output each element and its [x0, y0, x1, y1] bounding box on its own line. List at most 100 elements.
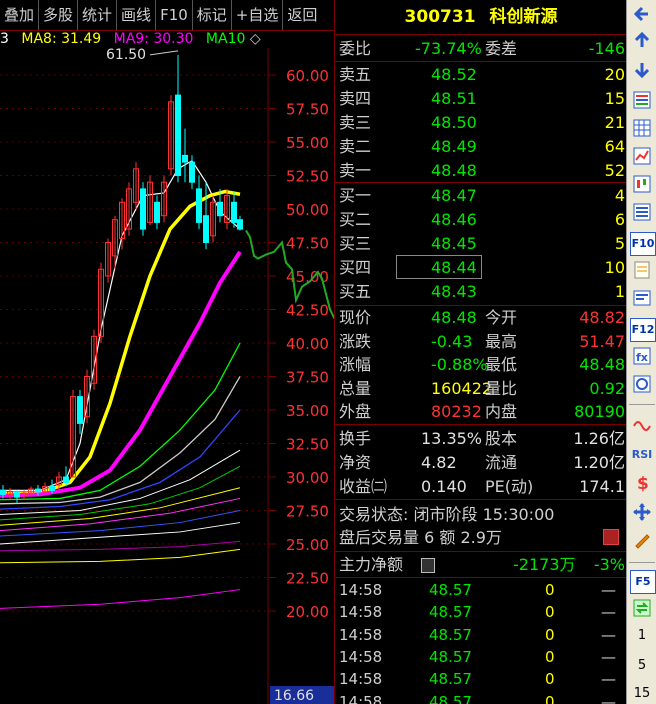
f5-side-button[interactable]: F5: [630, 570, 656, 594]
price-axis-label: 52.50: [286, 168, 329, 186]
capital-doc-icon[interactable]: [421, 558, 435, 573]
quote-row: 外盘 80232 内盘 80190: [335, 400, 627, 423]
buy-level: 买一 48.47 4: [335, 184, 627, 207]
sell-level-label: 卖五: [339, 65, 372, 84]
refresh-icon[interactable]: [630, 374, 654, 396]
sell-level-price: 48.52: [431, 65, 477, 84]
f10-side-button[interactable]: F10: [630, 232, 656, 256]
candle-body: [182, 154, 188, 163]
grid-table-icon[interactable]: [630, 118, 654, 140]
toolbar-mark-button[interactable]: 标记: [193, 0, 232, 30]
detail-list-icon[interactable]: [630, 202, 654, 224]
tick-vol: 0: [545, 692, 555, 704]
candle-body: [203, 215, 209, 243]
quote-value: 48.48: [431, 308, 477, 327]
formula-icon[interactable]: fx: [630, 346, 654, 368]
wave-chart-icon[interactable]: [630, 414, 654, 436]
fundamental-value: 13.35%: [421, 429, 483, 448]
fundamental-value: 4.82: [421, 453, 457, 472]
tick-time: 14:58: [339, 625, 383, 644]
toolbar-multi-stock-button[interactable]: 多股: [39, 0, 79, 30]
after-hours-chart-icon[interactable]: [603, 529, 619, 545]
sell-level-volume: 64: [604, 137, 625, 156]
ma-line-magenta3: [0, 589, 241, 609]
ma-legend-toggle-icon[interactable]: ◇: [250, 31, 261, 47]
move-icon[interactable]: [630, 502, 654, 524]
quote-label: 量比: [485, 378, 518, 398]
fundamental-label: 股本: [485, 429, 518, 448]
buy4-highlight: [396, 255, 482, 279]
fundamental-row: 净资 4.82 流通 1.20亿: [335, 451, 627, 474]
f12-side-button[interactable]: F12: [630, 318, 656, 342]
candle-body: [77, 396, 83, 424]
period-15-button[interactable]: 15: [627, 686, 656, 701]
arrow-up-icon[interactable]: [630, 30, 654, 52]
fundamental-row: 收益㈡ 0.140 PE(动) 174.1: [335, 475, 627, 498]
buy-level-label: 买五: [339, 282, 372, 301]
peak-arrow: [149, 50, 179, 56]
candle-body: [0, 489, 6, 495]
ma-line-white3: [0, 522, 241, 545]
news-icon[interactable]: [630, 288, 654, 310]
quote-value: -0.43: [431, 331, 473, 351]
switch-icon[interactable]: [630, 598, 654, 620]
stock-name: 科创新源: [489, 7, 558, 27]
pencil-icon[interactable]: [630, 530, 654, 552]
weibi-label: 委比: [339, 39, 372, 58]
price-axis-label: 40.00: [286, 335, 329, 353]
notes-icon[interactable]: [630, 260, 654, 282]
tick-price: 48.57: [429, 625, 472, 644]
tick-row: 14:58 48.57 0 —: [335, 668, 627, 690]
sell-level-volume: 52: [604, 161, 625, 180]
quote-row: 涨幅 -0.88% 最低 48.48: [335, 353, 627, 376]
kline-icon[interactable]: [630, 174, 654, 196]
tick-dir: —: [601, 625, 616, 644]
period-1-button[interactable]: 1: [627, 628, 656, 643]
toolbar-stats-button[interactable]: 统计: [78, 0, 118, 30]
svg-text:fx: fx: [636, 351, 648, 364]
arrow-down-icon[interactable]: [630, 60, 654, 82]
sell-level-price: 48.49: [431, 137, 477, 156]
candle-body: [196, 188, 202, 223]
toolbar-overlay-button[interactable]: 叠加: [0, 0, 40, 30]
after-hours: 盘后交易量 6 额 2.9万: [335, 526, 627, 549]
toolbar-f10-button[interactable]: F10: [156, 0, 193, 30]
toolbar-add-watchlist-button[interactable]: +自选: [232, 0, 284, 30]
fundamental-value: 0.140: [421, 477, 467, 496]
quote-panel: 300731 科创新源 委比 -73.74% 委差 -146 卖五 48.52 20…: [334, 0, 627, 704]
tick-price: 48.57: [429, 670, 472, 689]
candle-body: [14, 491, 20, 498]
candle-body: [154, 201, 160, 223]
tick-dir: —: [601, 603, 616, 622]
quote-label: 涨幅: [339, 355, 372, 374]
buy-level-volume: 6: [614, 210, 625, 229]
sell-level-label: 卖三: [339, 113, 372, 132]
tick-vol: 0: [545, 603, 555, 622]
toolbar-draw-button[interactable]: 画线: [117, 0, 157, 30]
tick-time: 14:58: [339, 647, 383, 666]
capital-label: 主力净额: [339, 555, 404, 574]
kline-chart[interactable]: 60.0057.5055.0052.5050.0047.5045.0042.50…: [0, 48, 334, 704]
price-axis-label: 47.50: [286, 235, 329, 253]
dollar-icon[interactable]: $: [630, 472, 654, 494]
quote-value: 48.48: [579, 355, 625, 374]
tick-time: 14:58: [339, 692, 383, 704]
line-chart-icon[interactable]: [630, 146, 654, 168]
toolbar-back-button[interactable]: 返回: [283, 0, 321, 30]
quote-list-icon[interactable]: [630, 90, 654, 112]
sell-level-volume: 21: [604, 113, 625, 132]
quote-value: 80232: [431, 402, 482, 421]
capital-value: -2173万: [513, 555, 576, 574]
arrow-left-icon[interactable]: [630, 4, 654, 26]
trade-state: 交易状态: 闭市阶段 15:30:00: [335, 503, 627, 526]
price-axis-label: 30.00: [286, 469, 329, 487]
rsi-side-button[interactable]: RSI: [630, 444, 654, 466]
fundamental-label: 换手: [339, 429, 372, 448]
quote-label: 内盘: [485, 402, 518, 421]
fundamental-label: 净资: [339, 453, 372, 472]
tick-row: 14:58 48.57 0 —: [335, 691, 627, 704]
tick-dir: —: [601, 692, 616, 704]
period-5-button[interactable]: 5: [627, 658, 656, 673]
tick-row: 14:58 48.57 0 —: [335, 646, 627, 668]
candle-body: [217, 201, 223, 217]
